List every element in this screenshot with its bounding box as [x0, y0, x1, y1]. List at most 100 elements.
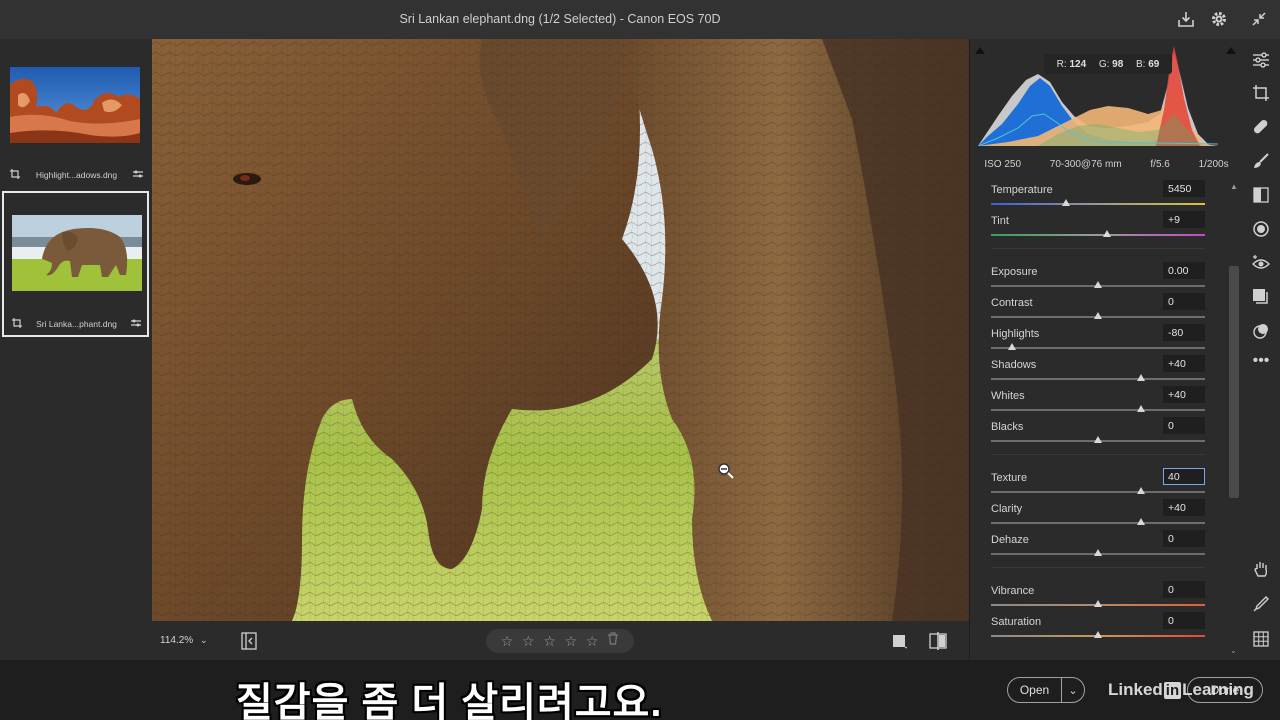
clarity-track[interactable] [991, 522, 1205, 524]
star-icon[interactable]: ☆ [586, 634, 599, 648]
exposure-value-input[interactable]: 0.00 [1163, 262, 1205, 279]
image-canvas[interactable] [152, 39, 969, 621]
view-single-icon[interactable] [892, 633, 908, 654]
filmstrip-item-selected[interactable]: Sri Lanka...phant.dng [2, 191, 149, 337]
crop-rotate-icon[interactable] [1251, 83, 1271, 103]
vibrance-knob[interactable] [1094, 600, 1102, 607]
blacks-slider: Blacks 0 [970, 417, 1225, 452]
radial-filter-icon[interactable] [1251, 219, 1271, 239]
open-button[interactable]: Open ⌄ [1007, 677, 1085, 703]
star-icon[interactable]: ☆ [543, 634, 556, 648]
healing-icon[interactable] [1251, 117, 1271, 137]
gear-icon[interactable] [1208, 8, 1230, 30]
crop-icon [10, 169, 20, 181]
contrast-knob[interactable] [1094, 312, 1102, 319]
vibrance-value-input[interactable]: 0 [1163, 581, 1205, 598]
whites-track[interactable] [991, 409, 1205, 411]
exposure-knob[interactable] [1094, 281, 1102, 288]
texture-value-input[interactable]: 40 [1163, 468, 1205, 485]
b-value: 69 [1148, 58, 1160, 70]
filmstrip-item[interactable]: Highlight...adows.dng [2, 61, 149, 191]
whites-value-input[interactable]: +40 [1163, 386, 1205, 403]
top-bar: Sri Lankan elephant.dng (1/2 Selected) -… [0, 0, 1280, 39]
contrast-value-input[interactable]: 0 [1163, 293, 1205, 310]
temperature-knob[interactable] [1061, 199, 1070, 206]
highlights-label: Highlights [991, 328, 1040, 340]
saturation-value-input[interactable]: 0 [1163, 612, 1205, 629]
scroll-up-icon[interactable]: ▲ [1230, 182, 1238, 191]
clarity-knob[interactable] [1136, 518, 1145, 525]
tint-value-input[interactable]: +9 [1163, 211, 1205, 228]
hand-icon[interactable] [1251, 559, 1271, 579]
grid-icon[interactable] [1251, 629, 1271, 649]
r-value: 124 [1069, 58, 1087, 70]
shadows-knob[interactable] [1136, 374, 1145, 381]
highlight-clipping-icon[interactable] [1225, 42, 1237, 60]
chevron-down-icon[interactable]: ⌄ [1062, 684, 1084, 697]
temperature-value-input[interactable]: 5450 [1163, 180, 1205, 197]
saturation-slider: Saturation 0 [970, 612, 1225, 647]
edit-panel: Temperature 5450 Tint +9 Exposure 0.00 Contras… [970, 180, 1225, 660]
star-icon[interactable]: ☆ [501, 634, 514, 648]
more-icon[interactable]: ••• [1251, 351, 1271, 371]
dehaze-slider: Dehaze 0 [970, 530, 1225, 565]
temperature-label: Temperature [991, 184, 1053, 196]
dehaze-value-input[interactable]: 0 [1163, 530, 1205, 547]
blacks-knob[interactable] [1094, 436, 1102, 443]
zoom-level[interactable]: 114.2% ⌄ [160, 635, 208, 646]
linear-gradient-icon[interactable] [1251, 185, 1271, 205]
section-divider [991, 248, 1205, 249]
shutter: 1/200s [1198, 159, 1229, 170]
red-eye-icon[interactable] [1251, 253, 1271, 273]
edit-panel-scrollbar[interactable]: ▲ ⌄ [1225, 180, 1243, 660]
before-after-icon[interactable] [929, 632, 947, 655]
histogram-panel: R: 124 G: 98 B: 69 ISO 250 70-300@76 mm … [970, 39, 1243, 180]
tint-label: Tint [991, 215, 1009, 227]
temperature-track[interactable] [991, 203, 1205, 205]
trash-icon[interactable] [607, 632, 619, 650]
highlights-track[interactable] [991, 347, 1205, 349]
crop-icon [12, 318, 22, 330]
shadows-track[interactable] [991, 378, 1205, 380]
iso: ISO 250 [984, 159, 1022, 170]
star-icon[interactable]: ☆ [565, 634, 578, 648]
contrast-label: Contrast [991, 297, 1033, 309]
vibrance-label: Vibrance [991, 585, 1035, 597]
highlights-value-input[interactable]: -80 [1163, 324, 1205, 341]
tint-knob[interactable] [1102, 230, 1111, 237]
filmstrip-toggle-icon[interactable] [240, 632, 258, 655]
clarity-value-input[interactable]: +40 [1163, 499, 1205, 516]
snapshots-icon[interactable] [1251, 287, 1271, 307]
exposure-label: Exposure [991, 266, 1038, 278]
saturation-knob[interactable] [1094, 631, 1102, 638]
linkedin-learning-logo: Linked in Learning [1108, 680, 1254, 699]
collapse-icon[interactable] [1248, 8, 1270, 30]
whites-knob[interactable] [1136, 405, 1145, 412]
aperture: f/5.6 [1150, 159, 1170, 170]
scroll-thumb[interactable] [1229, 266, 1239, 498]
tint-track[interactable] [991, 234, 1205, 236]
dehaze-label: Dehaze [991, 534, 1029, 546]
bottom-toolbar: 114.2% ⌄ ☆ ☆ ☆ ☆ ☆ [152, 621, 969, 660]
blacks-value-input[interactable]: 0 [1163, 417, 1205, 434]
thumbnail-rocks [10, 67, 140, 143]
filmstrip-filename: Sri Lanka...phant.dng [36, 319, 117, 329]
window-title: Sri Lankan elephant.dng (1/2 Selected) -… [399, 12, 721, 26]
texture-knob[interactable] [1136, 487, 1145, 494]
section-divider [991, 567, 1205, 568]
presets-icon[interactable] [1251, 321, 1271, 341]
brush-icon[interactable] [1251, 151, 1271, 171]
shadows-value-input[interactable]: +40 [1163, 355, 1205, 372]
dehaze-knob[interactable] [1094, 549, 1102, 556]
scroll-down-icon[interactable]: ⌄ [1230, 646, 1237, 655]
save-icon[interactable] [1175, 8, 1197, 30]
star-icon[interactable]: ☆ [522, 634, 535, 648]
edit-sliders-icon[interactable] [1251, 50, 1271, 70]
texture-track[interactable] [991, 491, 1205, 493]
whites-label: Whites [991, 390, 1025, 402]
chevron-down-icon: ⌄ [199, 635, 208, 645]
saturation-label: Saturation [991, 616, 1042, 628]
highlights-knob[interactable] [1008, 343, 1017, 350]
eyedropper-icon[interactable] [1251, 594, 1271, 614]
filmstrip: Highlight...adows.dng Sri Lanka...phant.… [0, 39, 152, 660]
